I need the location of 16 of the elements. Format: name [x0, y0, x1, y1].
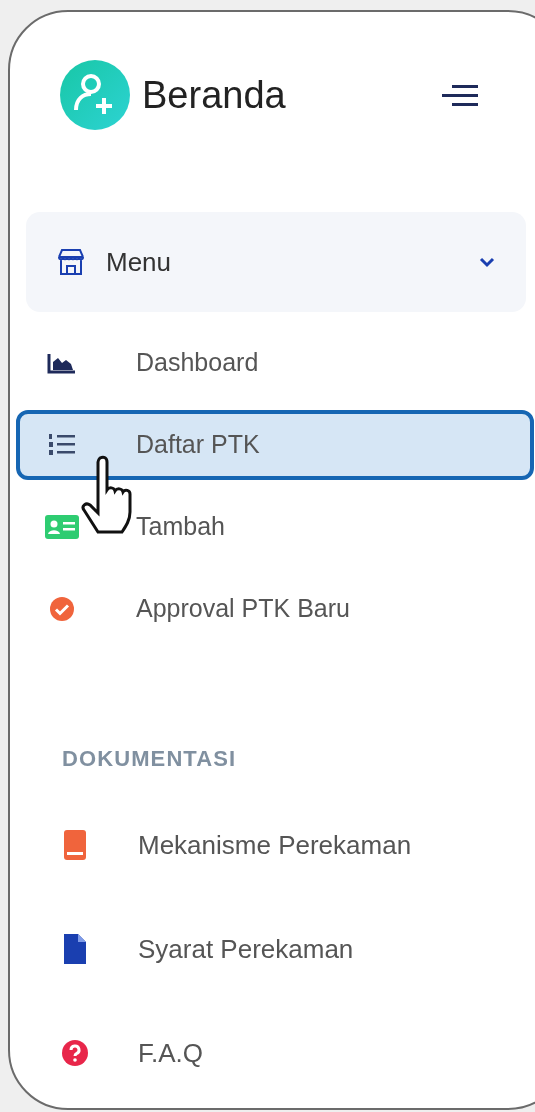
- logo-icon: [60, 60, 130, 130]
- page-title: Beranda: [142, 72, 286, 118]
- doc-link[interactable]: Syarat Perekaman: [10, 921, 535, 977]
- menu-group-header[interactable]: Menu: [26, 212, 526, 312]
- doc-link[interactable]: Mekanisme Perekaman: [10, 817, 535, 873]
- menu-item[interactable]: Tambah: [16, 492, 534, 562]
- menu-item[interactable]: Approval PTK Baru: [16, 574, 534, 644]
- menu-item[interactable]: Dashboard: [16, 328, 534, 398]
- menu-item-label: Approval PTK Baru: [136, 593, 350, 625]
- chevron-icon: [478, 256, 496, 268]
- store-icon: [56, 247, 86, 277]
- menu-item-label: Daftar PTK: [136, 429, 260, 461]
- doc-link[interactable]: F.A.Q: [10, 1025, 535, 1081]
- section-heading: DOKUMENTASI: [62, 745, 238, 773]
- menu-item-label: Dashboard: [136, 347, 259, 379]
- menu-item-label: Tambah: [136, 511, 225, 543]
